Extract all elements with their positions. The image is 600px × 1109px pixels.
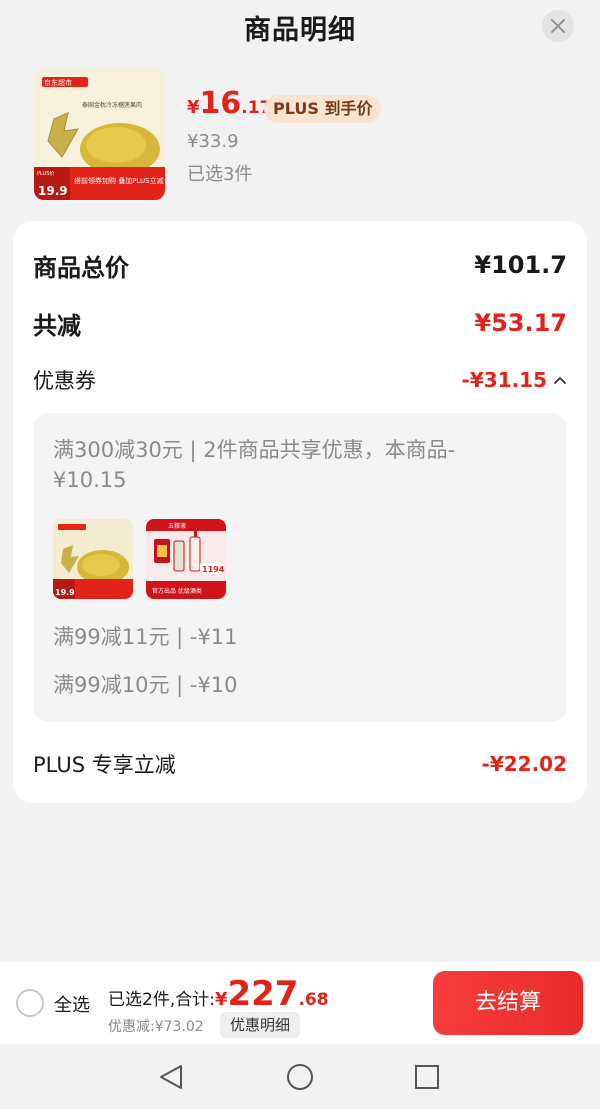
discount-detail-button[interactable]: 优惠明细 [220, 1012, 301, 1038]
header: 商品明细 [0, 0, 600, 54]
system-nav-bar [0, 1044, 600, 1109]
thumb2-brand-text: 五粮液 [168, 522, 186, 530]
discount-summary: 优惠减:¥73.02 [108, 1019, 204, 1035]
thumb-tag-text: PLUS价 [37, 171, 54, 177]
order-total: 已选2件,合计: ¥ 227 .68 [108, 974, 329, 1014]
price-integer: 16 [199, 86, 242, 121]
coupon-detail-panel: 满300减30元 | 2件商品共享优惠，本商品-¥10.15 19.9 五粮液 [33, 413, 567, 722]
back-icon[interactable] [157, 1062, 187, 1092]
selected-count: 已选3件 [187, 164, 253, 185]
total-price-value: ¥101.7 [474, 251, 567, 279]
total-price-label: 商品总价 [33, 253, 129, 282]
select-all-checkbox[interactable] [16, 989, 44, 1017]
product-price: ¥ 16 .17 [187, 86, 271, 128]
coupon-value: -¥31.15 [461, 368, 547, 392]
thumb-name-text: 泰国金枕冷冻榴莲果肉 [82, 101, 142, 109]
thumb1-price-text: 19.9 [55, 588, 75, 597]
price-symbol: ¥ [187, 97, 200, 118]
total-price-row: 商品总价 ¥101.7 [33, 247, 567, 283]
order-total-decimal: .68 [298, 990, 329, 1010]
thumb-promo-text: 搭前领券加购 叠加PLUS立减 [74, 176, 164, 185]
total-reduction-label: 共减 [33, 311, 81, 340]
plus-discount-row: PLUS 专享立减 -¥22.02 [33, 748, 567, 780]
page-title: 商品明细 [244, 15, 356, 46]
thumb-store-text: 京东超市 [44, 78, 72, 87]
plus-price-badge: PLUS 到手价 [264, 95, 382, 123]
checkout-button[interactable]: 去结算 [433, 971, 583, 1035]
order-total-symbol: ¥ [214, 989, 228, 1010]
thumb2-slogan-text: 官方出品 优级酒类 [152, 587, 202, 595]
price-detail-card: 商品总价 ¥101.7 共减 ¥53.17 优惠券 -¥31.15 满300减3… [13, 221, 587, 803]
checkout-bar: 全选 已选2件,合计: ¥ 227 .68 优惠减:¥73.02 优惠明细 去结… [0, 962, 600, 1044]
thumb-price-text: 19.9 [38, 184, 68, 198]
coupon-label: 优惠券 [33, 369, 96, 393]
total-reduction-row: 共减 ¥53.17 [33, 305, 567, 341]
coupon-line-item: 满99减10元 | -¥10 [53, 673, 238, 697]
close-button[interactable] [542, 10, 574, 42]
coupon-rule-text: 满300减30元 | 2件商品共享优惠，本商品-¥10.15 [53, 438, 456, 492]
plus-discount-value: -¥22.02 [481, 752, 567, 776]
select-all-label[interactable]: 全选 [54, 991, 90, 1017]
coupon-product-thumb-durian: 19.9 [53, 519, 133, 599]
home-icon[interactable] [285, 1062, 315, 1092]
coupon-product-thumb-liquor: 五粮液 1194 官方出品 优级酒类 [146, 519, 226, 599]
coupon-line-item: 满99减11元 | -¥11 [53, 625, 238, 649]
chevron-up-icon[interactable] [553, 373, 567, 387]
order-total-label: 已选2件,合计: [108, 990, 215, 1010]
order-total-integer: 227 [227, 974, 299, 1014]
close-icon [551, 19, 565, 33]
product-image: 京东超市 泰国金枕冷冻榴莲果肉 PLUS价 19.9 搭前领券加购 叠加PLUS… [34, 69, 165, 200]
recent-apps-icon[interactable] [412, 1062, 442, 1092]
coupon-row[interactable]: 优惠券 -¥31.15 [33, 364, 567, 396]
total-reduction-value: ¥53.17 [474, 309, 567, 337]
original-price: ¥33.9 [187, 131, 239, 152]
plus-discount-label: PLUS 专享立减 [33, 753, 176, 777]
thumb2-price-text: 1194 [202, 565, 225, 574]
